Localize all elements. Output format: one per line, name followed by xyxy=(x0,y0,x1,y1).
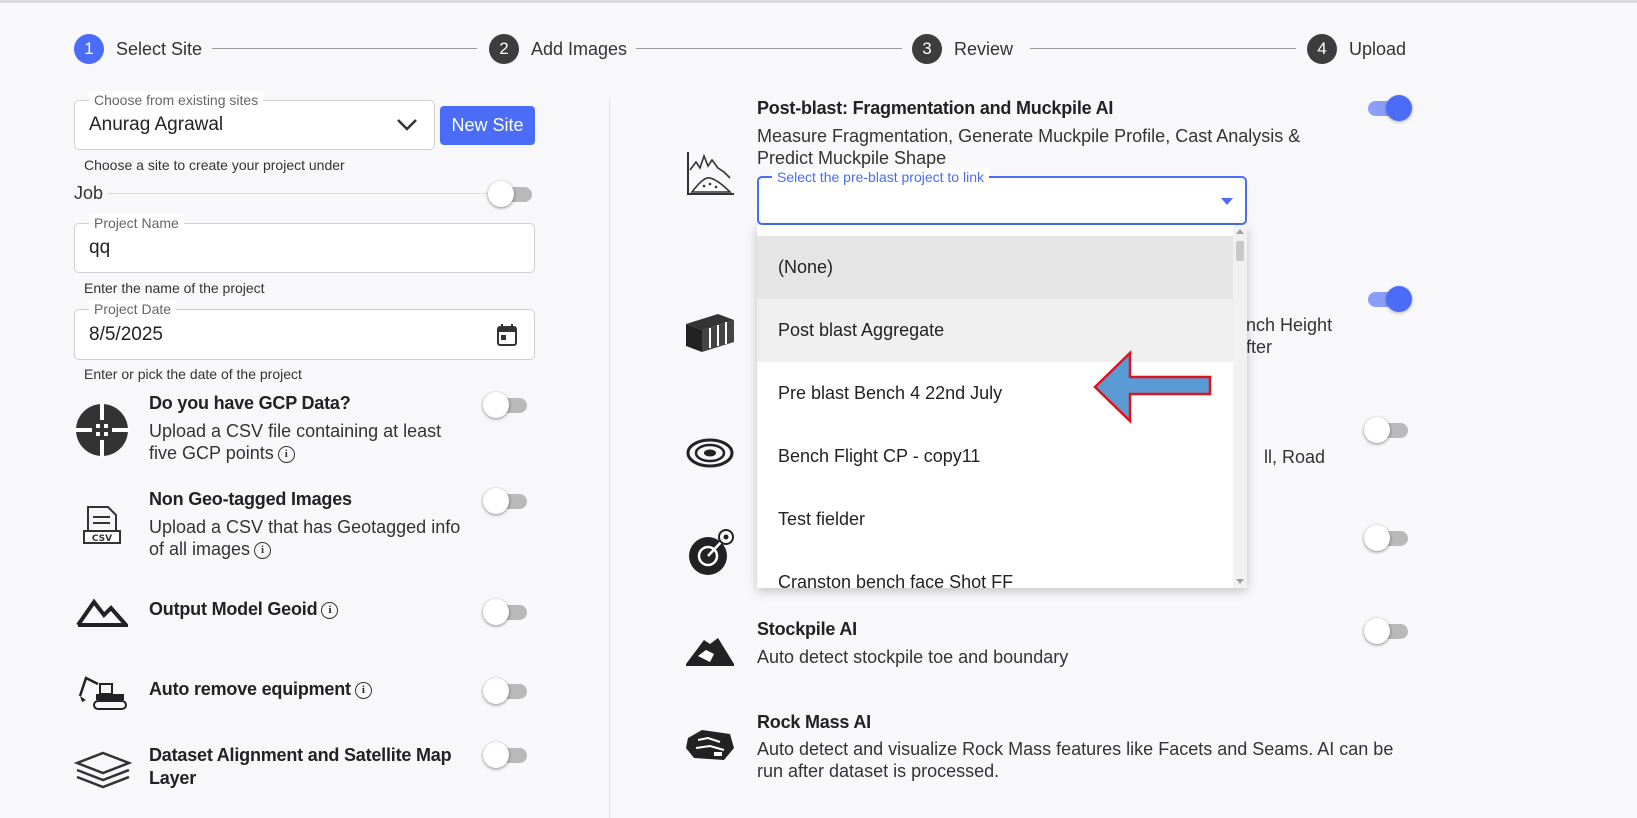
mountain-icon xyxy=(76,598,128,627)
menu-option[interactable]: Cranston bench face Shot FF xyxy=(757,551,1233,588)
info-icon[interactable]: i xyxy=(277,445,295,463)
step-label: Select Site xyxy=(116,38,203,59)
step-add-images[interactable]: 2 Add Images xyxy=(489,34,627,64)
excavator-icon xyxy=(78,676,127,710)
info-icon[interactable]: i xyxy=(321,601,339,619)
auto-remove-equipment-toggle[interactable] xyxy=(483,678,527,704)
post-blast-toggle[interactable] xyxy=(1364,95,1412,121)
stockpile-title: Stockpile AI xyxy=(757,619,857,639)
step-review[interactable]: 3 Review xyxy=(912,34,1013,64)
scroll-up-icon[interactable] xyxy=(1236,229,1244,234)
chevron-down-icon xyxy=(397,119,417,131)
rock-mass-desc: Auto detect and visualize Rock Mass feat… xyxy=(757,739,1394,781)
column-divider xyxy=(609,98,610,818)
rock-mass-icon xyxy=(686,730,734,760)
project-date-field[interactable]: Project Date 8/5/2025 xyxy=(74,300,535,360)
gcp-title: Do you have GCP Data? xyxy=(149,393,351,413)
info-icon[interactable]: i xyxy=(354,681,372,699)
info-icon[interactable]: i xyxy=(254,541,272,559)
auto-remove-equipment-title: Auto remove equipment i xyxy=(149,679,372,700)
scroll-down-icon[interactable] xyxy=(1236,579,1244,584)
muckpile-chart-icon xyxy=(687,152,734,195)
site-helper-text: Choose a site to create your project und… xyxy=(84,157,345,173)
project-date-value: 8/5/2025 xyxy=(89,324,163,345)
job-dotted-line xyxy=(108,193,490,194)
project-date-helper: Enter or pick the date of the project xyxy=(84,366,302,382)
job-label: Job xyxy=(74,183,104,203)
post-blast-title: Post-blast: Fragmentation and Muckpile A… xyxy=(757,98,1114,118)
project-name-helper: Enter the name of the project xyxy=(84,280,265,296)
step-number: 1 xyxy=(74,34,104,64)
gcp-toggle[interactable] xyxy=(483,392,527,418)
step-number: 3 xyxy=(912,34,942,64)
dataset-alignment-title: Dataset Alignment and Satellite Map Laye… xyxy=(149,745,452,788)
project-name-value: qq xyxy=(89,237,111,258)
non-geotagged-desc: Upload a CSV that has Geotagged info of … xyxy=(149,517,461,559)
step-label: Review xyxy=(954,38,1014,59)
new-site-button[interactable]: New Site xyxy=(440,106,535,145)
stockpile-toggle[interactable] xyxy=(1364,618,1408,644)
site-select-value: Anurag Agrawal xyxy=(89,114,224,135)
menu-option[interactable]: Bench Flight CP - copy11 xyxy=(757,425,1233,488)
site-select-legend: Choose from existing sites xyxy=(89,91,264,109)
bench-toggle[interactable] xyxy=(1364,286,1412,312)
menu-option[interactable]: Test fielder xyxy=(757,488,1233,551)
haul-toggle[interactable] xyxy=(1364,417,1408,443)
preblast-project-select[interactable]: Select the pre-blast project to link xyxy=(757,168,1247,225)
bench-block-icon xyxy=(686,314,734,352)
output-geoid-title: Output Model Geoid i xyxy=(149,599,339,620)
post-blast-desc: Measure Fragmentation, Generate Muckpile… xyxy=(757,126,1301,168)
job-toggle[interactable] xyxy=(488,181,532,207)
caret-down-icon xyxy=(1221,198,1233,205)
step-select-site[interactable]: 1 Select Site xyxy=(74,34,202,64)
gcp-target-icon xyxy=(74,402,130,458)
step-upload[interactable]: 4 Upload xyxy=(1307,34,1406,64)
step-connector xyxy=(1030,48,1296,49)
output-geoid-toggle[interactable] xyxy=(483,599,527,625)
layers-icon xyxy=(74,751,132,789)
non-geotagged-title: Non Geo-tagged Images xyxy=(149,489,352,509)
calendar-icon[interactable] xyxy=(496,323,518,347)
stockpile-desc: Auto detect stockpile toe and boundary xyxy=(757,647,1069,667)
step-label: Add Images xyxy=(531,38,628,59)
step-label: Upload xyxy=(1349,38,1407,59)
top-border xyxy=(0,0,1637,3)
dataset-alignment-toggle[interactable] xyxy=(483,742,527,768)
step-number: 4 xyxy=(1307,34,1337,64)
gcp-desc: Upload a CSV file containing at least fi… xyxy=(149,421,442,463)
project-name-legend: Project Name xyxy=(89,214,184,232)
menu-scrollbar[interactable] xyxy=(1233,225,1247,588)
bench-desc-partial: ench Height after xyxy=(1236,315,1333,357)
haul-road-icon xyxy=(686,438,734,468)
site-select[interactable]: Choose from existing sites Anurag Agrawa… xyxy=(74,91,435,150)
step-number: 2 xyxy=(489,34,519,64)
scroll-thumb[interactable] xyxy=(1236,241,1244,261)
stockpile-icon xyxy=(686,638,734,666)
non-geotagged-toggle[interactable] xyxy=(483,488,527,514)
step-connector xyxy=(636,48,902,49)
svg-text:CSV: CSV xyxy=(92,534,112,544)
fourth-option-toggle[interactable] xyxy=(1364,525,1408,551)
menu-option[interactable]: (None) xyxy=(757,236,1233,299)
rock-mass-title: Rock Mass AI xyxy=(757,712,871,732)
blast-target-icon xyxy=(689,529,734,575)
haul-desc-partial: ll, Road xyxy=(1264,447,1326,467)
project-date-legend: Project Date xyxy=(89,300,177,318)
csv-file-icon: CSV xyxy=(83,506,121,544)
step-connector xyxy=(212,48,477,49)
project-name-field[interactable]: Project Name qq xyxy=(74,214,535,273)
annotation-arrow-icon xyxy=(1093,350,1212,424)
preblast-select-legend: Select the pre-blast project to link xyxy=(772,168,989,186)
